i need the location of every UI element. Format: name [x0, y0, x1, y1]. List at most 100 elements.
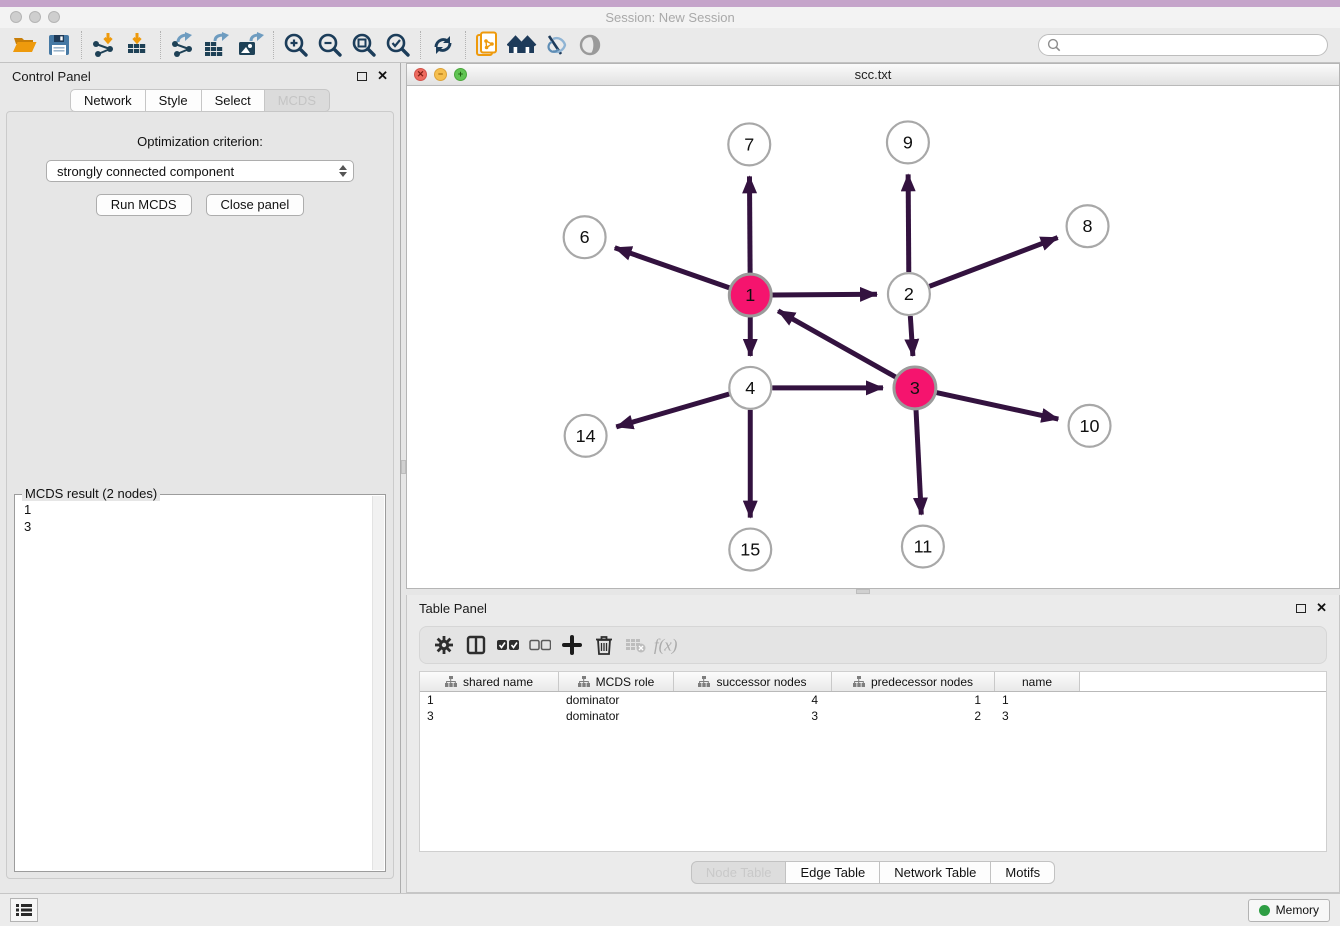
table-settings-button[interactable]	[428, 630, 460, 660]
graph-edge-1-2[interactable]	[772, 294, 877, 295]
result-scrollbar[interactable]	[372, 496, 384, 870]
search-field[interactable]	[1038, 34, 1328, 56]
open-session-button[interactable]	[8, 30, 42, 60]
open-folder-icon	[12, 33, 38, 57]
close-window-button[interactable]	[10, 11, 22, 23]
mcds-result-list[interactable]: 1 3	[15, 495, 385, 541]
graph-edge-3-1[interactable]	[778, 311, 896, 377]
export-image-button[interactable]	[234, 30, 268, 60]
zoom-out-button[interactable]	[313, 30, 347, 60]
cell-shared-name[interactable]: 1	[420, 693, 559, 707]
table-row[interactable]: 1 dominator 4 1 1	[420, 692, 1326, 708]
export-table-icon	[203, 32, 231, 58]
optimization-criterion-label: Optimization criterion:	[137, 134, 263, 149]
graph-edge-2-8[interactable]	[929, 238, 1057, 287]
column-header-mcds-role[interactable]: MCDS role	[559, 672, 674, 691]
select-all-columns-button[interactable]	[492, 630, 524, 660]
tab-network[interactable]: Network	[70, 89, 146, 112]
graph-node-label-3: 3	[910, 378, 920, 398]
network-canvas[interactable]: 7968124314101511	[407, 86, 1339, 588]
tab-edge-table[interactable]: Edge Table	[786, 861, 880, 884]
optimization-criterion-select[interactable]: strongly connected component	[46, 160, 354, 182]
new-network-button[interactable]	[471, 30, 505, 60]
task-history-button[interactable]	[10, 898, 38, 922]
zoom-in-button[interactable]	[279, 30, 313, 60]
tab-network-table[interactable]: Network Table	[880, 861, 991, 884]
node-table: shared name MCDS role successor nodes	[419, 671, 1327, 852]
graph-edge-2-9[interactable]	[908, 174, 909, 272]
cell-name[interactable]: 3	[995, 709, 1080, 723]
column-view-button[interactable]	[460, 630, 492, 660]
export-network-button[interactable]	[166, 30, 200, 60]
close-panel-icon[interactable]: ✕	[377, 68, 388, 84]
close-network-button[interactable]: ✕	[414, 68, 427, 81]
column-header-predecessor-nodes[interactable]: predecessor nodes	[832, 672, 995, 691]
network-window-controls: ✕ − +	[414, 68, 467, 81]
refresh-icon	[431, 33, 455, 57]
search-input[interactable]	[1066, 38, 1319, 52]
hierarchy-icon	[578, 676, 590, 687]
delete-table-button[interactable]	[620, 630, 652, 660]
minimize-network-button[interactable]: −	[434, 68, 447, 81]
apply-style-button[interactable]	[426, 30, 460, 60]
eye-slash-icon	[543, 33, 569, 57]
import-table-button[interactable]	[121, 30, 155, 60]
table-row[interactable]: 3 dominator 3 2 3	[420, 708, 1326, 724]
column-header-successor-nodes[interactable]: successor nodes	[674, 672, 832, 691]
maximize-network-button[interactable]: +	[454, 68, 467, 81]
graph-node-label-10: 10	[1080, 416, 1100, 436]
minimize-window-button[interactable]	[29, 11, 41, 23]
splitter-grip[interactable]	[856, 589, 870, 594]
import-network-button[interactable]	[87, 30, 121, 60]
tab-select[interactable]: Select	[202, 89, 265, 112]
cell-mcds-role[interactable]: dominator	[559, 693, 674, 707]
cell-predecessor-nodes[interactable]: 1	[832, 693, 995, 707]
float-panel-icon[interactable]	[1296, 604, 1306, 613]
graph-edge-1-6[interactable]	[615, 248, 730, 288]
cell-shared-name[interactable]: 3	[420, 709, 559, 723]
cell-mcds-role[interactable]: dominator	[559, 709, 674, 723]
graph-edge-3-11[interactable]	[916, 410, 921, 515]
unselect-all-columns-button[interactable]	[524, 630, 556, 660]
home-button[interactable]	[505, 30, 539, 60]
graph-edge-1-7[interactable]	[749, 176, 750, 273]
hierarchy-icon	[698, 676, 710, 687]
tab-style[interactable]: Style	[146, 89, 202, 112]
create-column-button[interactable]	[556, 630, 588, 660]
gear-icon	[434, 635, 454, 655]
network-window-titlebar[interactable]: ✕ − + scc.txt	[407, 64, 1339, 86]
cell-name[interactable]: 1	[995, 693, 1080, 707]
graph-node-label-15: 15	[740, 540, 760, 560]
tab-node-table[interactable]: Node Table	[691, 861, 787, 884]
zoom-fit-button[interactable]	[347, 30, 381, 60]
splitter-grip[interactable]	[401, 460, 406, 474]
hide-graphics-button[interactable]	[539, 30, 573, 60]
zoom-window-button[interactable]	[48, 11, 60, 23]
export-table-button[interactable]	[200, 30, 234, 60]
cell-successor-nodes[interactable]: 3	[674, 709, 832, 723]
close-panel-button[interactable]: Close panel	[206, 194, 305, 216]
column-header-name[interactable]: name	[995, 672, 1080, 691]
column-header-shared-name[interactable]: shared name	[420, 672, 559, 691]
tab-motifs[interactable]: Motifs	[991, 861, 1055, 884]
list-icon	[16, 903, 32, 917]
function-builder-button[interactable]: f(x)	[652, 630, 684, 660]
show-graphics-button[interactable]	[573, 30, 607, 60]
tab-mcds[interactable]: MCDS	[265, 89, 330, 112]
zoom-selected-button[interactable]	[381, 30, 415, 60]
save-session-button[interactable]	[42, 30, 76, 60]
close-panel-icon[interactable]: ✕	[1316, 600, 1327, 616]
memory-button[interactable]: Memory	[1248, 899, 1330, 922]
graph-edge-2-3[interactable]	[910, 316, 913, 356]
horizontal-splitter[interactable]	[406, 589, 1340, 595]
float-panel-icon[interactable]	[357, 72, 367, 81]
application-window: Session: New Session	[0, 0, 1340, 926]
zoom-selected-icon	[385, 32, 411, 58]
cell-predecessor-nodes[interactable]: 2	[832, 709, 995, 723]
graph-edge-3-10[interactable]	[936, 393, 1058, 419]
run-mcds-button[interactable]: Run MCDS	[96, 194, 192, 216]
vertical-splitter[interactable]	[400, 63, 406, 893]
graph-edge-4-14[interactable]	[616, 394, 729, 427]
delete-column-button[interactable]	[588, 630, 620, 660]
cell-successor-nodes[interactable]: 4	[674, 693, 832, 707]
